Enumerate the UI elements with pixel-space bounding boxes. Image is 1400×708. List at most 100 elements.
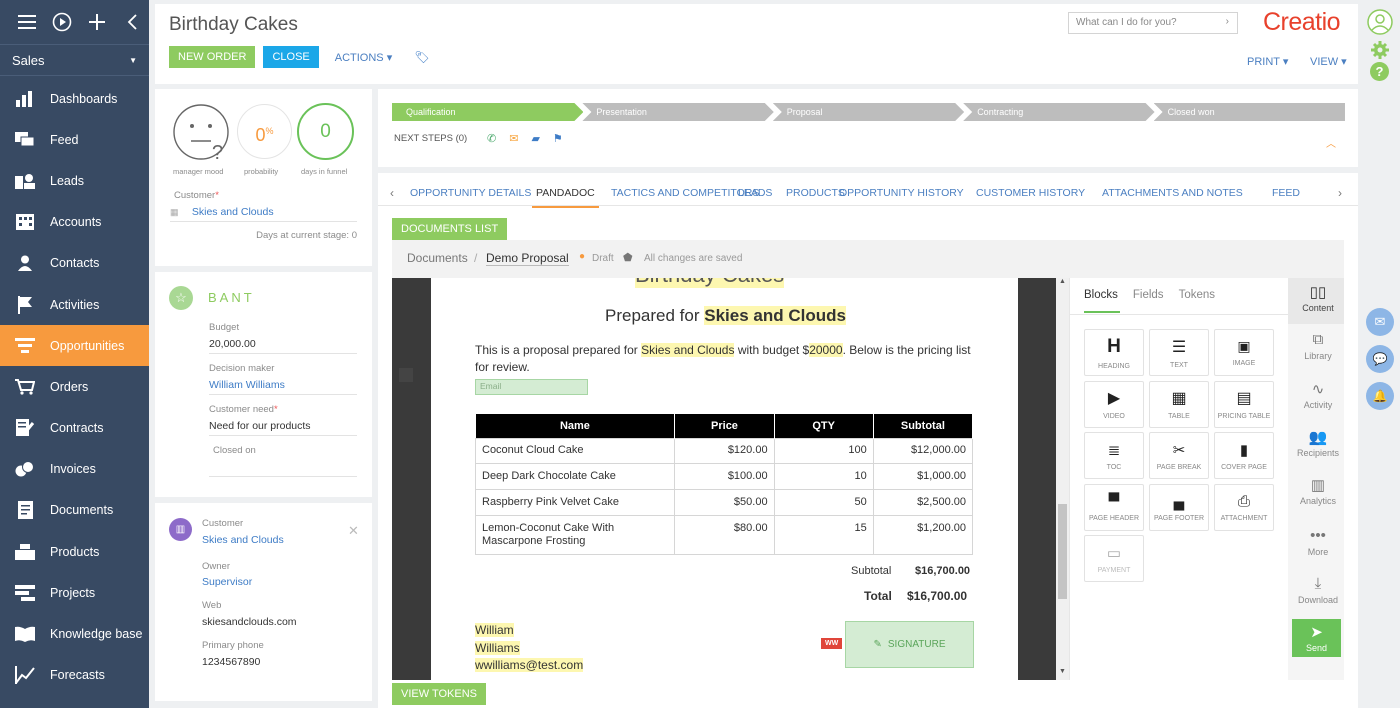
documents-list-button[interactable]: DOCUMENTS LIST: [392, 218, 508, 240]
block-payment[interactable]: ▭ PAYMENT: [1084, 535, 1144, 582]
sidebar-item-knowledge-base[interactable]: Knowledge base: [0, 613, 149, 654]
rail-send[interactable]: ➤ Send: [1292, 619, 1341, 657]
tabs-next-icon[interactable]: ›: [1338, 186, 1342, 200]
sidebar-item-dashboards[interactable]: Dashboards: [0, 78, 149, 119]
scroll-down-icon[interactable]: ▼: [1059, 668, 1066, 675]
mail-icon[interactable]: ✉: [509, 132, 518, 145]
sidebar-item-accounts[interactable]: Accounts: [0, 202, 149, 243]
block-heading[interactable]: H HEADING: [1084, 329, 1144, 376]
gear-icon[interactable]: [1370, 40, 1390, 63]
editor-tab-fields[interactable]: Fields: [1133, 289, 1164, 301]
customer-field[interactable]: ▦ Skies and Clouds: [170, 204, 357, 222]
card-customer-link[interactable]: Skies and Clouds: [202, 534, 284, 546]
sidebar-item-leads[interactable]: Leads: [0, 160, 149, 201]
customer-link[interactable]: Skies and Clouds: [192, 206, 274, 218]
sidebar-item-projects[interactable]: Projects: [0, 572, 149, 613]
help-icon[interactable]: ?: [1370, 62, 1389, 81]
table-row[interactable]: Raspberry Pink Velvet Cake $50.00 50 $2,500…: [474, 488, 974, 516]
sidebar-item-opportunities[interactable]: Opportunities: [0, 325, 149, 367]
back-icon[interactable]: [114, 7, 149, 37]
tab-leads[interactable]: LEADS: [738, 187, 772, 199]
new-order-button[interactable]: NEW ORDER: [169, 46, 256, 68]
rail-download[interactable]: ⤓ Download: [1290, 575, 1346, 605]
block-cover-page[interactable]: ▮ COVER PAGE: [1214, 432, 1274, 479]
stage-proposal[interactable]: Proposal: [773, 103, 964, 121]
rail-more[interactable]: ••• More: [1290, 527, 1346, 557]
stage-contracting[interactable]: Contracting: [963, 103, 1154, 121]
block-pricing-table[interactable]: ▤ PRICING TABLE: [1214, 380, 1274, 428]
signature-field[interactable]: ✎ SIGNATURE: [845, 621, 974, 668]
sidebar-item-invoices[interactable]: Invoices: [0, 449, 149, 490]
rail-activity[interactable]: ∿ Activity: [1290, 380, 1346, 410]
budget-field[interactable]: 20,000.00: [209, 338, 357, 354]
tab-customer-history[interactable]: CUSTOMER HISTORY: [976, 187, 1085, 199]
block-page-header[interactable]: ▀ PAGE HEADER: [1084, 483, 1144, 531]
doc-name[interactable]: Demo Proposal: [486, 251, 569, 266]
sidebar-item-forecasts[interactable]: Forecasts: [0, 655, 149, 696]
sidebar-item-products[interactable]: Products: [0, 531, 149, 572]
menu-icon[interactable]: [10, 7, 45, 37]
customer-need-field[interactable]: Need for our products: [209, 420, 357, 436]
block-attachment[interactable]: ⎙ ATTACHMENT: [1214, 483, 1274, 531]
email-icon[interactable]: ✉: [1366, 308, 1394, 336]
block-page-break[interactable]: ✂ PAGE BREAK: [1149, 432, 1209, 479]
tab-opportunity-history[interactable]: OPPORTUNITY HISTORY: [839, 187, 964, 199]
scroll-up-icon[interactable]: ▲: [1059, 278, 1066, 285]
doc-title[interactable]: Birthday Cakes: [635, 278, 785, 288]
rail-recipients[interactable]: 👥 Recipients: [1290, 428, 1346, 458]
chat-icon[interactable]: 💬: [1366, 345, 1394, 373]
view-tokens-button[interactable]: VIEW TOKENS: [392, 683, 487, 705]
block-toc[interactable]: ≣ TOC: [1084, 432, 1144, 479]
rail-content[interactable]: ▯▯ Content: [1290, 283, 1346, 313]
sidebar-item-activities[interactable]: Activities: [0, 284, 149, 325]
owner-link[interactable]: Supervisor: [202, 576, 252, 588]
flag-icon[interactable]: ⚑: [553, 132, 563, 145]
block-image[interactable]: ▣ IMAGE: [1214, 329, 1274, 376]
signer-block[interactable]: William Williams wwilliams@test.com: [475, 622, 584, 675]
phone-icon[interactable]: ✆: [487, 132, 496, 145]
block-table[interactable]: ▦ TABLE: [1149, 380, 1209, 428]
sidebar-item-contacts[interactable]: Contacts: [0, 243, 149, 284]
play-icon[interactable]: [45, 7, 80, 37]
stage-closed-won[interactable]: Closed won: [1153, 103, 1345, 121]
print-menu[interactable]: PRINT ▾: [1247, 54, 1288, 68]
actions-menu[interactable]: ACTIONS ▾: [335, 51, 392, 64]
table-row[interactable]: Lemon-Coconut Cake With Mascarpone Frost…: [474, 514, 974, 555]
block-page-footer[interactable]: ▄ PAGE FOOTER: [1149, 483, 1209, 531]
sidebar-item-orders[interactable]: Orders: [0, 366, 149, 407]
sidebar-item-feed[interactable]: Feed: [0, 119, 149, 160]
editor-tab-tokens[interactable]: Tokens: [1179, 289, 1215, 301]
block-text[interactable]: ☰ TEXT: [1149, 329, 1209, 376]
breadcrumb-documents[interactable]: Documents: [407, 251, 468, 265]
intro-paragraph[interactable]: This is a proposal prepared for Skies an…: [475, 342, 975, 376]
decision-maker-field[interactable]: William Williams: [209, 379, 357, 395]
prepared-for[interactable]: Prepared for Skies and Clouds: [605, 306, 846, 326]
email-field[interactable]: Email: [475, 379, 588, 395]
doc-scrollbar[interactable]: ▲ ▼: [1056, 278, 1069, 680]
collapse-chevron-icon[interactable]: ︿: [1326, 135, 1336, 150]
rail-analytics[interactable]: ▥ Analytics: [1290, 476, 1346, 506]
view-menu[interactable]: VIEW ▾: [1310, 54, 1347, 68]
plus-icon[interactable]: [80, 7, 115, 37]
scroll-thumb[interactable]: [1058, 504, 1067, 599]
tab-products[interactable]: PRODUCTS: [786, 187, 845, 199]
sidebar-item-documents[interactable]: Documents: [0, 490, 149, 531]
command-search-input[interactable]: What can I do for you? ›: [1068, 12, 1238, 34]
pricing-table[interactable]: Name Price QTY Subtotal Coconut Cloud Cake $…: [474, 414, 974, 555]
tab-attachments-and-notes[interactable]: ATTACHMENTS AND NOTES: [1102, 187, 1243, 199]
close-button[interactable]: CLOSE: [263, 46, 319, 68]
tabs-prev-icon[interactable]: ‹: [390, 186, 394, 200]
stage-presentation[interactable]: Presentation: [582, 103, 773, 121]
block-video[interactable]: ▶ VIDEO: [1084, 380, 1144, 428]
closed-on-field[interactable]: [209, 461, 357, 477]
workspace-select[interactable]: Sales ▼: [0, 44, 149, 76]
tab-opportunity-details[interactable]: OPPORTUNITY DETAILS: [410, 187, 531, 199]
tag-icon[interactable]: 🏷: [414, 50, 429, 64]
tab-feed[interactable]: FEED: [1272, 187, 1300, 199]
editor-tab-blocks[interactable]: Blocks: [1084, 289, 1118, 301]
table-row[interactable]: Coconut Cloud Cake $120.00 100 $12,000.00: [474, 437, 974, 465]
table-row[interactable]: Deep Dark Chocolate Cake $100.00 10 $1,000.…: [474, 463, 974, 490]
notification-bell-icon[interactable]: 🔔: [1366, 382, 1394, 410]
comment-icon[interactable]: ▰: [531, 132, 539, 145]
sidebar-item-contracts[interactable]: Contracts: [0, 408, 149, 449]
